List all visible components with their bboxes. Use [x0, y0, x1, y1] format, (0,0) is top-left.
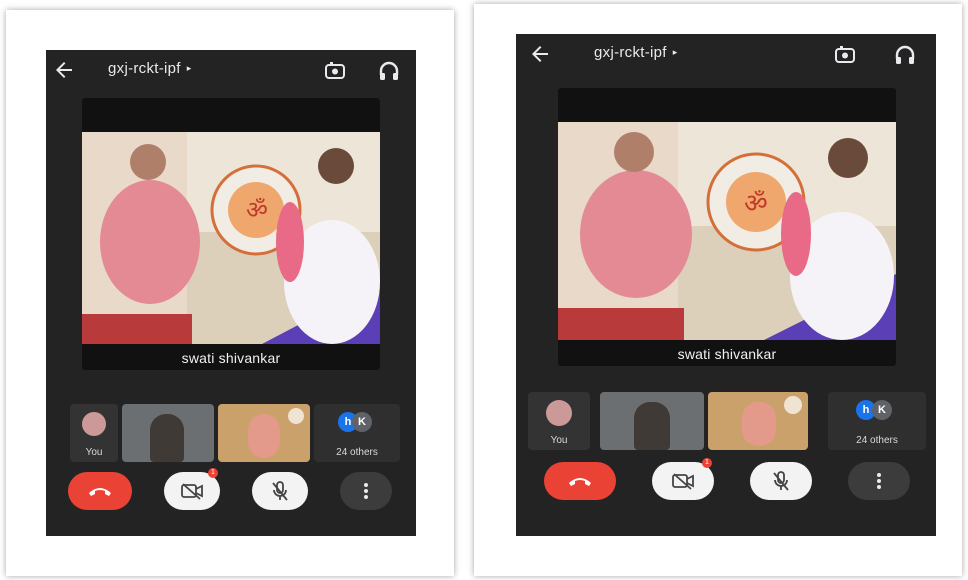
mic-off-icon [773, 471, 789, 491]
self-tile[interactable]: You [70, 404, 118, 462]
switch-camera-icon[interactable] [832, 42, 858, 68]
others-count-label: 24 others [336, 447, 378, 458]
pin-icon[interactable] [784, 396, 802, 414]
speaker-video-frame: ॐ [82, 132, 380, 344]
participant-tile[interactable] [600, 392, 704, 450]
end-call-button[interactable] [544, 462, 616, 500]
participant-tile[interactable] [218, 404, 310, 462]
camera-off-icon [672, 473, 694, 490]
call-controls: 1 [544, 458, 924, 502]
headphones-icon[interactable] [376, 58, 402, 84]
pin-icon[interactable] [288, 408, 304, 424]
end-call-icon [89, 488, 111, 496]
svg-text:ॐ: ॐ [246, 196, 268, 224]
back-arrow-icon[interactable] [52, 58, 76, 82]
screenshot-card-left: gxj-rckt-ipf ▸ ॐ swati shivankar You h K… [6, 10, 454, 576]
self-avatar [82, 412, 106, 436]
end-call-icon [569, 478, 591, 486]
self-avatar [546, 400, 572, 426]
participant-video [150, 414, 184, 462]
more-options-icon [364, 483, 368, 499]
notification-badge: 1 [702, 458, 712, 468]
self-label: You [85, 447, 103, 458]
screenshot-card-right: gxj-rckt-ipf ▸ ॐ swati shivankar You h K… [474, 4, 962, 576]
meeting-code-title[interactable]: gxj-rckt-ipf ▸ [108, 60, 192, 77]
end-call-button[interactable] [68, 472, 132, 510]
speaker-name-label: swati shivankar [677, 346, 777, 362]
speaker-video-frame: ॐ [558, 122, 896, 340]
call-controls: 1 [68, 468, 398, 512]
others-tile[interactable]: h K 24 others [828, 392, 926, 450]
others-count-label: 24 others [856, 435, 898, 446]
mic-toggle-button[interactable] [750, 462, 812, 500]
self-tile[interactable]: You [528, 392, 590, 450]
dropdown-caret-icon: ▸ [186, 63, 192, 73]
mic-off-icon [272, 481, 288, 501]
self-label: You [550, 435, 568, 446]
meeting-code-title[interactable]: gxj-rckt-ipf ▸ [594, 44, 678, 61]
meeting-code-text: gxj-rckt-ipf [594, 44, 667, 61]
meeting-code-text: gxj-rckt-ipf [108, 60, 181, 77]
svg-text:ॐ: ॐ [744, 189, 768, 219]
camera-off-icon [181, 483, 203, 500]
meet-app-window: gxj-rckt-ipf ▸ ॐ swati shivankar You h K… [516, 34, 936, 536]
participant-video [634, 402, 670, 450]
participant-tile[interactable] [708, 392, 808, 450]
back-arrow-icon[interactable] [528, 42, 552, 66]
main-speaker-video[interactable]: ॐ swati shivankar [558, 88, 896, 366]
notification-badge: 1 [208, 468, 218, 478]
others-tile[interactable]: h K 24 others [314, 404, 400, 462]
participant-video [742, 402, 776, 446]
participant-chip-k: K [352, 412, 372, 432]
top-bar: gxj-rckt-ipf ▸ [46, 50, 416, 94]
switch-camera-icon[interactable] [322, 58, 348, 84]
dropdown-caret-icon: ▸ [672, 47, 678, 57]
participant-video [248, 414, 280, 458]
participant-tile[interactable] [122, 404, 214, 462]
participant-strip: You h K 24 others [70, 404, 400, 462]
participant-chip-k: K [872, 400, 892, 420]
camera-toggle-button[interactable]: 1 [164, 468, 220, 510]
top-bar: gxj-rckt-ipf ▸ [516, 34, 936, 78]
mic-toggle-button[interactable] [252, 472, 308, 510]
participant-strip: You h K 24 others [528, 392, 928, 450]
more-options-button[interactable] [340, 472, 392, 510]
main-speaker-video[interactable]: ॐ swati shivankar [82, 98, 380, 370]
camera-toggle-button[interactable]: 1 [652, 458, 714, 500]
meet-app-window: gxj-rckt-ipf ▸ ॐ swati shivankar You h K… [46, 50, 416, 536]
speaker-name-label: swati shivankar [181, 350, 281, 366]
more-options-button[interactable] [848, 462, 910, 500]
headphones-icon[interactable] [892, 42, 918, 68]
more-options-icon [877, 473, 881, 489]
